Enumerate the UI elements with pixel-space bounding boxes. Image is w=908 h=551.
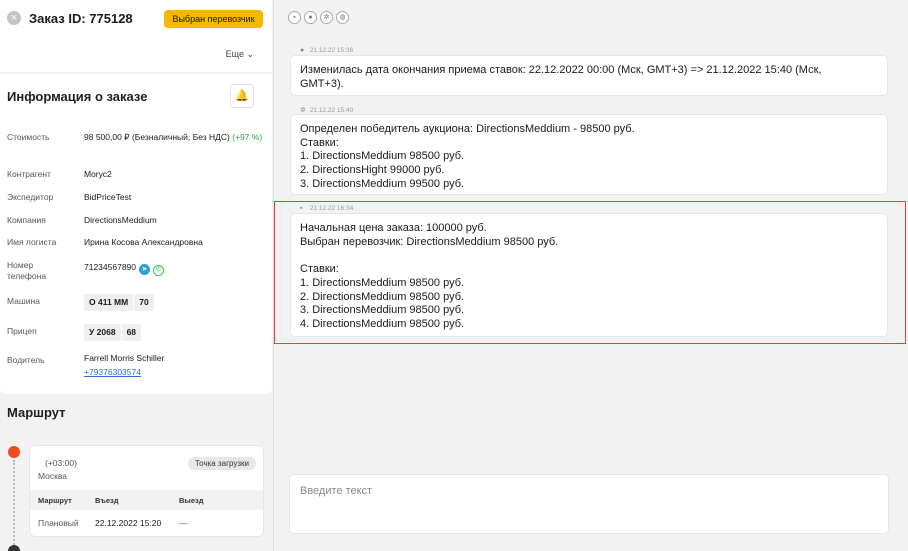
message-line: Определен победитель аукциона: Direction… xyxy=(300,123,635,135)
trailer-plate-number: У 2068 xyxy=(84,324,121,341)
phone-label-line2: телефона xyxy=(7,271,47,281)
forwarder-label: Экспедитор xyxy=(7,192,54,202)
message-line: GMT+3). xyxy=(300,77,344,90)
cost-amount: 98 500,00 ₽ (Безналичный, Без НДС) xyxy=(84,132,230,142)
route-connector xyxy=(13,460,15,545)
cost-label: Стоимость xyxy=(7,132,50,142)
phone-value: 71234567890 ➤ ✆ xyxy=(84,260,165,276)
logist-value: Ирина Косова Александровна xyxy=(84,237,203,247)
trailer-plate-region: 68 xyxy=(121,324,142,341)
cost-delta: (+97 %) xyxy=(232,132,263,142)
route-col-departure: Выезд xyxy=(179,496,204,505)
route-table-header: Маршрут Въезд Выезд xyxy=(30,490,263,510)
logist-label: Имя логиста xyxy=(7,237,57,247)
message-line: Ставки: xyxy=(300,263,339,276)
company-value: DirectionsMeddium xyxy=(84,215,157,225)
driver-label: Водитель xyxy=(7,355,45,365)
car-plate: О 411 ММ 70 xyxy=(84,294,155,311)
gear-icon: ✲ xyxy=(300,107,306,114)
route-point-card: (+03:00) Москва Точка загрузки Маршрут В… xyxy=(29,445,264,537)
phone-label: Номер телефона xyxy=(7,260,46,282)
message-input[interactable] xyxy=(289,474,889,534)
chat-panel: ▪ ● ✲ ◍ ● 21.12.22 15:36 Изменилась дата… xyxy=(273,0,908,551)
message-line: 4. DirectionsMeddium 98500 руб. xyxy=(300,317,465,330)
route-col-route: Маршрут xyxy=(38,496,72,505)
route-end-marker-icon xyxy=(8,545,20,551)
message-card: Определен победитель аукциона: Direction… xyxy=(290,114,888,195)
status-badge: Выбран перевозчик xyxy=(164,10,263,28)
table-row: Плановый 22.12.2022 15:20 — xyxy=(30,510,263,534)
route-timezone: (+03:00) xyxy=(45,458,77,468)
message-card: Начальная цена заказа: 100000 руб. Выбра… xyxy=(290,213,888,337)
contractor-value: Morус2 xyxy=(84,169,112,179)
route-cell-arrival: 22.12.2022 15:20 xyxy=(95,518,162,528)
message-line: Ставки: xyxy=(300,136,339,149)
order-header: × Заказ ID: 775128 Выбран перевозчик xyxy=(0,0,272,36)
close-icon[interactable]: × xyxy=(7,11,21,25)
company-label: Компания xyxy=(7,215,46,225)
route-cell-type: Плановый xyxy=(38,518,79,528)
message-line: 2. DirectionsHight 99000 руб. xyxy=(300,164,445,177)
trailer-plate: У 2068 68 xyxy=(84,324,142,341)
chat-filter-toolbar: ▪ ● ✲ ◍ xyxy=(288,11,352,24)
trailer-label: Прицеп xyxy=(7,326,37,336)
order-info-card: Информация о заказе 🔔 Стоимость 98 500,0… xyxy=(0,74,272,394)
message-line: 3. DirectionsMeddium 98500 руб. xyxy=(300,304,465,317)
message-line: 1. DirectionsMeddium 98500 руб. xyxy=(300,150,465,163)
phone-number: 71234567890 xyxy=(84,262,137,272)
message-meta: ● 21.12.22 15:36 xyxy=(300,47,353,54)
more-button[interactable]: Еще ⌄ xyxy=(226,49,254,60)
car-plate-region: 70 xyxy=(134,294,154,311)
message-line: 2. DirectionsMeddium 98500 руб. xyxy=(300,290,465,303)
truck-icon[interactable]: ▪ xyxy=(288,11,301,24)
car-label: Машина xyxy=(7,296,40,306)
message-line: Начальная цена заказа: 100000 руб. xyxy=(300,222,487,234)
section-title-info: Информация о заказе xyxy=(7,89,148,104)
driver-phone-link[interactable]: +79376303574 xyxy=(84,367,141,377)
telegram-icon[interactable]: ➤ xyxy=(139,264,151,275)
message-card: Изменилась дата окончания приема ставок:… xyxy=(290,55,888,96)
user-icon: ● xyxy=(300,47,305,54)
message-time: 21.12.22 15:36 xyxy=(309,47,354,54)
route-col-arrival: Въезд xyxy=(95,496,119,505)
message-time: 21.12.22 15:40 xyxy=(309,107,354,114)
page-title: Заказ ID: 775128 xyxy=(29,10,133,26)
user-icon[interactable]: ● xyxy=(304,11,317,24)
route-cell-departure: — xyxy=(179,518,188,528)
phone-label-line1: Номер xyxy=(7,260,34,270)
message-line: Выбран перевозчик: DirectionsMeddium 985… xyxy=(300,235,559,248)
cost-value: 98 500,00 ₽ (Безналичный, Без НДС) (+97 … xyxy=(84,130,264,144)
route-start-marker-icon xyxy=(8,446,20,458)
message-line: 3. DirectionsMeddium 99500 руб. xyxy=(300,177,465,190)
message-line xyxy=(300,249,878,263)
actions-row: Еще ⌄ xyxy=(0,36,272,72)
order-panel: × Заказ ID: 775128 Выбран перевозчик Еще… xyxy=(0,0,272,551)
contractor-label: Контрагент xyxy=(7,169,51,179)
section-title-route: Маршрут xyxy=(7,405,66,420)
truck-icon: ▪ xyxy=(300,205,303,212)
message-line: 1. DirectionsMeddium 98500 руб. xyxy=(300,276,465,289)
message-meta: ✲ 21.12.22 15:40 xyxy=(300,106,353,114)
message-time: 21.12.22 16:34 xyxy=(309,205,354,212)
message-meta: ▪ 21.12.22 16:34 xyxy=(300,205,353,212)
route-city: Москва xyxy=(38,471,68,481)
driver-value: Farrell Morris Schiller +79376303574 xyxy=(84,351,164,379)
message-line: Изменилась дата окончания приема ставок:… xyxy=(300,64,822,76)
route-point-badge: Точка загрузки xyxy=(187,457,256,470)
bell-icon[interactable]: 🔔 xyxy=(230,84,254,108)
whatsapp-icon[interactable]: ✆ xyxy=(153,265,165,276)
gear-icon[interactable]: ✲ xyxy=(320,11,333,24)
forwarder-value: BidPriceTest xyxy=(84,192,132,202)
user-settings-icon[interactable]: ◍ xyxy=(336,11,349,24)
car-plate-number: О 411 ММ xyxy=(84,294,134,311)
driver-name: Farrell Morris Schiller xyxy=(84,353,165,363)
